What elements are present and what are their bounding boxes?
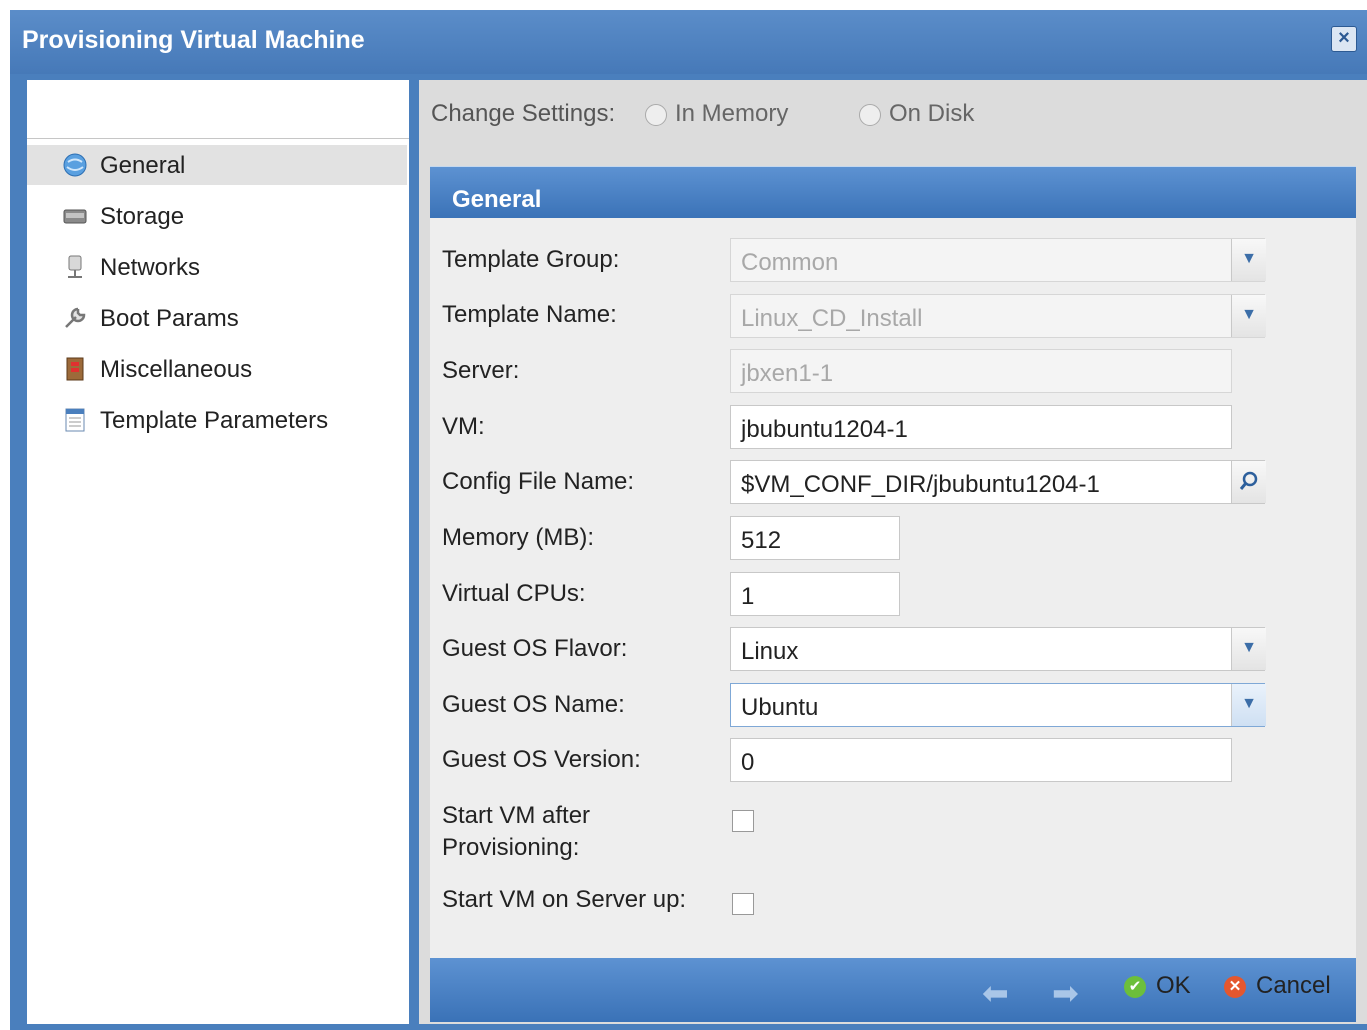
sidebar-item-networks[interactable]: Networks — [27, 247, 407, 287]
os-version-value: 0 — [741, 749, 755, 776]
sidebar-item-boot-params[interactable]: Boot Params — [27, 298, 407, 338]
radio-icon[interactable] — [645, 103, 667, 126]
disk-icon — [63, 209, 87, 224]
server-label: Server: — [442, 357, 520, 384]
start-on-server-up-checkbox[interactable] — [732, 893, 754, 915]
sidebar-item-label: Miscellaneous — [100, 356, 253, 383]
close-icon[interactable]: × — [1331, 26, 1357, 52]
dialog-title: Provisioning Virtual Machine — [22, 26, 365, 54]
vm-label: VM: — [442, 413, 485, 440]
panel-header: General — [430, 166, 1356, 219]
sidebar-item-label: Storage — [100, 203, 185, 230]
os-flavor-select[interactable]: Linux ▼ — [730, 627, 1266, 671]
chevron-down-icon[interactable]: ▼ — [1231, 684, 1266, 726]
chevron-down-icon[interactable]: ▼ — [1231, 239, 1266, 281]
start-after-label-line2: Provisioning: — [442, 834, 580, 861]
dialog-window: Provisioning Virtual Machine × General S… — [10, 10, 1367, 1030]
sidebar-item-storage[interactable]: Storage — [27, 196, 407, 236]
general-form: Template Group: Common ▼ Template Name: … — [430, 218, 1356, 958]
network-icon — [68, 255, 82, 278]
sidebar-item-miscellaneous[interactable]: Miscellaneous — [27, 349, 407, 389]
config-file-value: $VM_CONF_DIR/jbubuntu1204-1 — [741, 471, 1100, 498]
wrench-icon — [65, 307, 86, 328]
template-group-label: Template Group: — [442, 246, 620, 273]
os-version-field[interactable]: 0 — [730, 738, 1232, 782]
cancel-label: Cancel — [1256, 972, 1331, 999]
title-bar[interactable]: Provisioning Virtual Machine × — [10, 10, 1367, 74]
sidebar-item-template-parameters[interactable]: Template Parameters — [27, 400, 407, 440]
memory-value: 512 — [741, 527, 782, 554]
os-name-value: Ubuntu — [741, 694, 819, 721]
content-area: Change Settings: In Memory On Disk Gener… — [419, 80, 1367, 1024]
panel-footer: ⬅ ➡ ✔ OK ✕ Cancel — [430, 958, 1356, 1022]
sidebar-item-label: Networks — [100, 254, 201, 281]
os-name-select[interactable]: Ubuntu ▼ — [730, 683, 1266, 727]
memory-label: Memory (MB): — [442, 524, 594, 551]
panel-title: General — [452, 186, 542, 213]
chevron-down-icon[interactable]: ▼ — [1231, 628, 1266, 670]
radio-on-disk[interactable]: On Disk — [859, 100, 974, 128]
config-file-label: Config File Name: — [442, 468, 635, 495]
sidebar-header — [27, 80, 409, 139]
sidebar-item-general[interactable]: General — [27, 145, 407, 185]
vcpus-label: Virtual CPUs: — [442, 580, 586, 607]
vcpus-field[interactable]: 1 — [730, 572, 900, 616]
server-field[interactable]: jbxen1-1 — [730, 349, 1232, 393]
sidebar-item-label: General — [100, 152, 186, 179]
vm-value: jbubuntu1204-1 — [741, 416, 908, 443]
radio-label: On Disk — [889, 100, 975, 127]
template-group-value: Common — [741, 249, 839, 276]
vm-field[interactable]: jbubuntu1204-1 — [730, 405, 1232, 449]
arrow-right-icon[interactable]: ➡ — [1052, 974, 1079, 1012]
os-name-label: Guest OS Name: — [442, 691, 625, 718]
template-name-select[interactable]: Linux_CD_Install ▼ — [730, 294, 1266, 338]
start-after-label-line1: Start VM after — [442, 802, 591, 829]
ok-button[interactable]: ✔ OK — [1124, 972, 1191, 1000]
chevron-down-icon[interactable]: ▼ — [1231, 295, 1266, 337]
arrow-left-icon[interactable]: ⬅ — [982, 974, 1009, 1012]
check-icon: ✔ — [1124, 975, 1146, 998]
os-version-label: Guest OS Version: — [442, 746, 641, 773]
sidebar-item-label: Boot Params — [100, 305, 239, 332]
sidebar-item-label: Template Parameters — [100, 407, 329, 434]
radio-in-memory[interactable]: In Memory — [645, 100, 788, 128]
general-panel: General Template Group: Common ▼ Templat… — [430, 166, 1356, 1022]
sidebar: General Storage Networks Boot Params Mis… — [27, 80, 409, 1024]
vcpus-value: 1 — [741, 583, 755, 610]
template-group-select[interactable]: Common ▼ — [730, 238, 1266, 282]
start-after-checkbox[interactable] — [732, 810, 754, 832]
search-icon[interactable] — [1231, 461, 1266, 503]
template-icon — [65, 408, 85, 432]
template-name-label: Template Name: — [442, 301, 617, 328]
server-value: jbxen1-1 — [741, 360, 834, 387]
radio-label: In Memory — [675, 100, 789, 127]
start-after-label: Start VM after Provisioning: — [442, 800, 590, 864]
memory-field[interactable]: 512 — [730, 516, 900, 560]
template-name-value: Linux_CD_Install — [741, 305, 923, 332]
change-settings-label: Change Settings: — [431, 100, 616, 127]
start-on-server-up-label: Start VM on Server up: — [442, 886, 687, 913]
misc-icon — [66, 357, 84, 381]
cancel-button[interactable]: ✕ Cancel — [1224, 972, 1331, 1000]
os-flavor-label: Guest OS Flavor: — [442, 635, 628, 662]
globe-icon — [63, 153, 87, 177]
config-file-field[interactable]: $VM_CONF_DIR/jbubuntu1204-1 — [730, 460, 1266, 504]
ok-label: OK — [1156, 972, 1191, 999]
radio-icon[interactable] — [859, 103, 881, 126]
cancel-icon: ✕ — [1224, 975, 1246, 998]
os-flavor-value: Linux — [741, 638, 799, 665]
